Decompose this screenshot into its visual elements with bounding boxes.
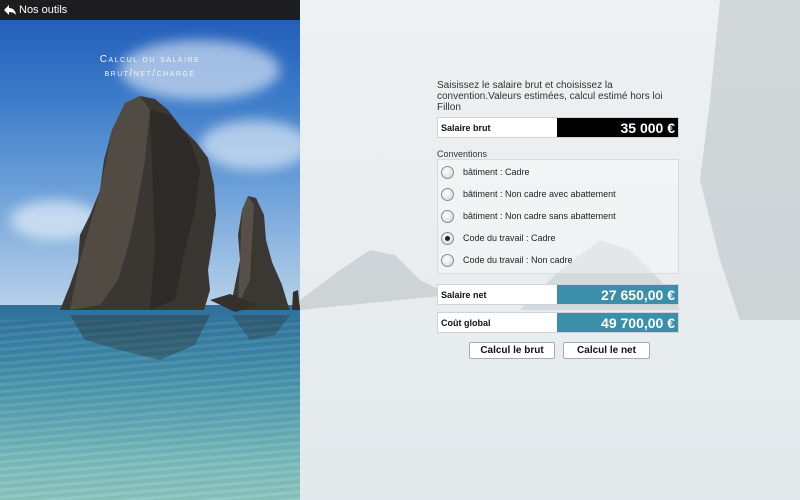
page-title-line1: Calcul du salaire	[99, 54, 201, 65]
salaire-net-value[interactable]: 27 650,00 €	[557, 285, 678, 304]
radio-label: bâtiment : Non cadre avec abattement	[463, 189, 616, 199]
radio-option-code-travail-non-cadre[interactable]: Code du travail : Non cadre	[441, 253, 573, 267]
radio-option-code-travail-cadre[interactable]: Code du travail : Cadre	[441, 231, 556, 245]
back-label: Nos outils	[19, 4, 68, 16]
radio-label: Code du travail : Cadre	[463, 233, 556, 243]
back-arrow-icon	[4, 5, 16, 15]
salaire-net-row: Salaire net 27 650,00 €	[437, 284, 679, 305]
cout-global-label: Coût global	[441, 317, 491, 328]
radio-label: Code du travail : Non cadre	[463, 255, 573, 265]
salaire-net-label: Salaire net	[441, 289, 487, 300]
page-title: Calcul du salaire brut/net/chargé	[0, 53, 300, 81]
salaire-brut-input[interactable]: 35 000 €	[557, 118, 678, 137]
photo-panel: Nos outils Calcul du salaire brut/net/ch…	[0, 0, 300, 500]
form-instructions: Saisissez le salaire brut et choisissez …	[437, 80, 663, 113]
radio-button[interactable]	[441, 209, 454, 223]
calcul-net-button[interactable]: Calcul le net	[563, 342, 650, 359]
salary-form: Saisissez le salaire brut et choisissez …	[437, 80, 679, 113]
cout-global-row: Coût global 49 700,00 €	[437, 312, 679, 333]
radio-button[interactable]	[441, 253, 454, 267]
top-navigation-bar: Nos outils	[0, 0, 300, 20]
back-button[interactable]: Nos outils	[3, 4, 67, 16]
salaire-brut-label: Salaire brut	[441, 122, 491, 133]
radio-button[interactable]	[441, 187, 454, 201]
radio-label: bâtiment : Non cadre sans abattement	[463, 211, 616, 221]
radio-option-batiment-non-cadre-avec[interactable]: bâtiment : Non cadre avec abattement	[441, 187, 616, 201]
radio-label: bâtiment : Cadre	[463, 167, 530, 177]
radio-button[interactable]	[441, 165, 454, 179]
conventions-label: Conventions	[437, 149, 488, 159]
radio-option-batiment-non-cadre-sans[interactable]: bâtiment : Non cadre sans abattement	[441, 209, 616, 223]
calcul-brut-button[interactable]: Calcul le brut	[469, 342, 555, 359]
salaire-brut-row: Salaire brut 35 000 €	[437, 117, 679, 138]
cout-global-value[interactable]: 49 700,00 €	[557, 313, 678, 332]
radio-button-selected[interactable]	[441, 231, 454, 245]
radio-option-batiment-cadre[interactable]: bâtiment : Cadre	[441, 165, 530, 179]
page-title-line2: brut/net/chargé	[104, 68, 196, 79]
